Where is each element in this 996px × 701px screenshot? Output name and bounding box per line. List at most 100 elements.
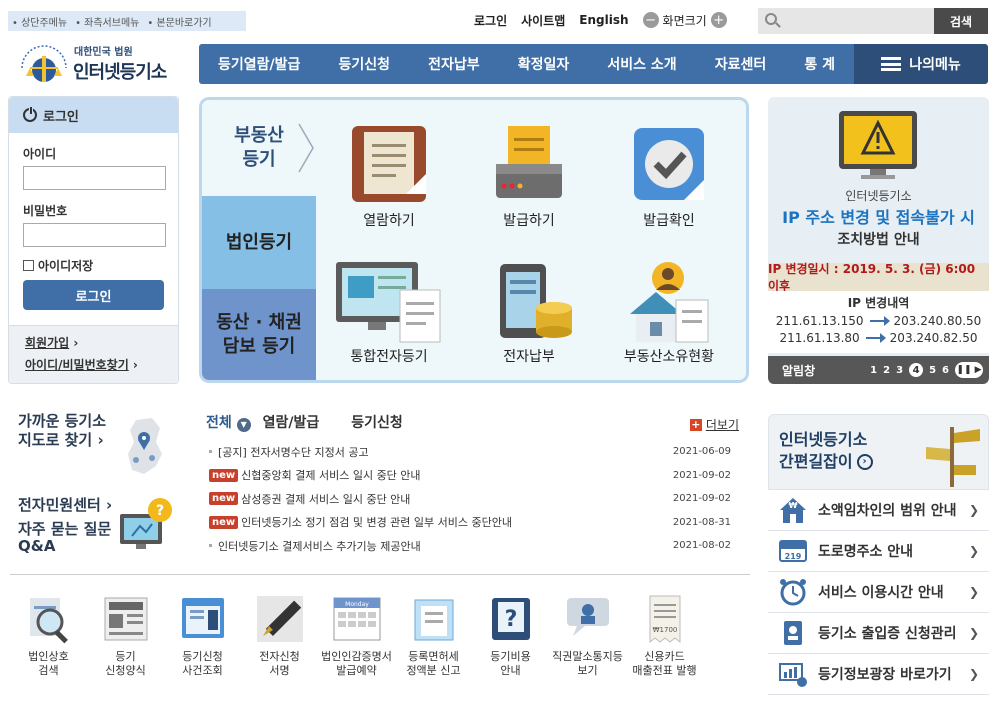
more-link[interactable]: + 더보기 (689, 416, 739, 433)
service-epay-label: 전자납부 (503, 349, 555, 365)
quick-esign[interactable]: 전자신청 서명 (241, 594, 318, 678)
skip-link-content[interactable]: • 본문바로가기 (147, 14, 211, 29)
quick-case-lookup[interactable]: 등기신청 사건조회 (164, 594, 241, 678)
nav-item-service[interactable]: 서비스 소개 (607, 54, 676, 74)
folder-document-icon (409, 594, 459, 644)
news-item[interactable]: new 인터넷등기소 정기 점검 및 변경 관련 일부 서비스 중단안내 2021-… (206, 511, 751, 535)
right-item-small-tenant[interactable]: ₩ 소액임차인의 범위 안내 ❯ (768, 490, 989, 531)
news-board: 전체 ▼ 열람/발급 등기신청 + 더보기 [공지] 전자서명수단 지정서 공고 2… (206, 410, 751, 558)
save-id-checkbox[interactable]: 아이디저장 (23, 257, 178, 274)
alarm-page[interactable]: 1 (870, 365, 877, 376)
tab-corporate[interactable]: 법인등기 (202, 196, 316, 289)
right-item-service-hours[interactable]: 서비스 이용시간 안내 ❯ (768, 572, 989, 613)
alarm-clock-icon (778, 578, 808, 606)
ip-row: 211.61.13.150 203.240.80.50 (775, 314, 982, 328)
service-epay[interactable]: 전자납부 (464, 260, 594, 366)
id-input[interactable] (23, 166, 166, 190)
chevron-right-icon (298, 123, 314, 173)
alarm-page[interactable]: 2 (883, 365, 890, 376)
skip-link-topmenu[interactable]: • 상단주메뉴 (12, 14, 67, 29)
search-button[interactable]: 검색 (934, 8, 988, 34)
login-panel: 로그인 아이디 비밀번호 아이디저장 로그인 회원가입 › 아이디/비밀번호찾기… (8, 96, 179, 384)
quick-corp-search[interactable]: 법인상호 검색 (10, 594, 87, 678)
quick-card-receipt[interactable]: ₩1700 신용카드 매출전표 발행 (626, 594, 703, 678)
service-view[interactable]: 열람하기 (324, 124, 454, 230)
quick-seal-reserve[interactable]: Monday 법인인감증명서 발급예약 (318, 594, 395, 678)
right-item-road-address[interactable]: 219 도로명주소 안내 ❯ (768, 531, 989, 572)
service-ownership-label: 부동산소유현황 (623, 349, 715, 365)
nav-item-apply[interactable]: 등기신청 (339, 54, 391, 74)
alarm-label: 알림창 (782, 363, 816, 378)
service-ownership[interactable]: 부동산소유현황 (604, 260, 734, 366)
nav-item-view-issue[interactable]: 등기열람/발급 (218, 54, 300, 74)
fountain-pen-icon (255, 594, 305, 644)
zoom-control: − 화면크기 + (642, 12, 727, 29)
find-account-link[interactable]: 아이디/비밀번호찾기 › (25, 354, 178, 376)
right-item-access-card[interactable]: 등기소 출입증 신청관리 ❯ (768, 613, 989, 654)
checkbox-icon (23, 260, 34, 271)
easy-guide-banner[interactable]: 인터넷등기소 간편길잡이 › (768, 414, 989, 490)
main-nav: 등기열람/발급 등기신청 전자납부 확정일자 서비스 소개 자료센터 통 계 (199, 44, 854, 84)
zoom-in-icon[interactable]: + (710, 12, 727, 28)
password-input[interactable] (23, 223, 166, 247)
service-issue[interactable]: 발급하기 (464, 124, 594, 230)
svg-text:?: ? (504, 607, 517, 632)
skip-link-leftmenu[interactable]: • 좌측서브메뉴 (75, 14, 139, 29)
nav-item-fixed-date[interactable]: 확정일자 (518, 54, 570, 74)
svg-text:?: ? (156, 503, 164, 519)
site-logo[interactable]: 대한민국 법원 인터넷등기소 (16, 38, 191, 88)
pw-label: 비밀번호 (23, 204, 68, 218)
my-menu-button[interactable]: 나의메뉴 (854, 44, 988, 84)
quick-cost-guide[interactable]: ? 등기비용 안내 (472, 594, 549, 678)
logo-subtitle: 대한민국 법원 (74, 47, 133, 58)
arrow-circle-icon: › (856, 454, 873, 470)
coins-tablet-icon (490, 260, 572, 340)
search-box (758, 8, 934, 34)
alarm-page[interactable]: 5 (929, 365, 936, 376)
chevron-down-icon: ▼ (236, 417, 251, 432)
tab-view-issue[interactable]: 열람/발급 (263, 412, 320, 432)
notice-banner[interactable]: 인터넷등기소 IP 주소 변경 및 접속불가 시 조치방법 안내 IP 변경일시… (768, 97, 989, 384)
house-won-icon: ₩ (778, 496, 808, 524)
news-item[interactable]: new 삼성증권 결제 서비스 일시 중단 안내 2021-09-02 (206, 487, 751, 511)
tab-real-estate[interactable]: 부동산 등기 (202, 100, 316, 196)
service-integrated[interactable]: 통합전자등기 (324, 260, 454, 366)
tab-apply[interactable]: 등기신청 (351, 412, 403, 432)
nav-item-stats[interactable]: 통 계 (804, 54, 835, 74)
service-issue-label: 발급하기 (503, 213, 555, 229)
tab-movable-collateral[interactable]: 동산 · 채권 담보 등기 (202, 289, 316, 380)
save-id-label: 아이디저장 (38, 259, 94, 273)
search-input[interactable] (758, 8, 934, 34)
join-link[interactable]: 회원가입 › (25, 332, 178, 354)
zoom-out-icon[interactable]: − (642, 12, 659, 28)
alarm-page[interactable]: 6 (942, 365, 949, 376)
registry-service-panel: 부동산 등기 법인등기 동산 · 채권 담보 등기 열람하기 발급하기 발급확인… (199, 97, 749, 383)
sitemap-link[interactable]: 사이트맵 (521, 12, 565, 29)
ip-row: 211.61.13.80 203.240.82.50 (779, 331, 978, 345)
alarm-page-current[interactable]: 4 (909, 363, 924, 377)
top-login-link[interactable]: 로그인 (474, 12, 507, 29)
service-confirm-label: 발급확인 (643, 213, 695, 229)
pause-play-icon[interactable]: ❚❚ ▶ (955, 362, 983, 378)
alarm-pagination: 1 2 3 4 5 6 ❚❚ ▶ (870, 362, 989, 378)
english-link[interactable]: English (579, 13, 628, 27)
nav-item-epay[interactable]: 전자납부 (428, 54, 480, 74)
quick-cancel-notice[interactable]: 직권말소통지등 보기 (549, 594, 626, 678)
login-button[interactable]: 로그인 (23, 280, 164, 310)
search-icon (765, 13, 777, 25)
news-item[interactable]: [공지] 전자서명수단 지정서 공고 2021-06-09 (206, 440, 751, 464)
nav-item-resources[interactable]: 자료센터 (715, 54, 767, 74)
skip-navigation: • 상단주메뉴 • 좌측서브메뉴 • 본문바로가기 (8, 11, 246, 31)
right-item-data-plaza[interactable]: 등기정보광장 바로가기 ❯ (768, 654, 989, 695)
alarm-page[interactable]: 3 (896, 365, 903, 376)
hamburger-icon (881, 57, 902, 71)
service-confirm[interactable]: 발급확인 (604, 124, 734, 230)
svg-text:₩: ₩ (789, 501, 798, 510)
news-tabs: 전체 ▼ 열람/발급 등기신청 (206, 410, 751, 434)
tab-all[interactable]: 전체 ▼ (206, 412, 251, 432)
road-sign-icon: 219 (778, 537, 808, 565)
quick-license-tax[interactable]: 등록면허세 정액분 신고 (395, 594, 472, 678)
quick-forms[interactable]: 등기 신청양식 (87, 594, 164, 678)
news-item[interactable]: new 신협중앙회 결제 서비스 일시 중단 안내 2021-09-02 (206, 464, 751, 488)
news-item[interactable]: 인터넷등기소 결제서비스 추가기능 제공안내 2021-08-02 (206, 534, 751, 558)
